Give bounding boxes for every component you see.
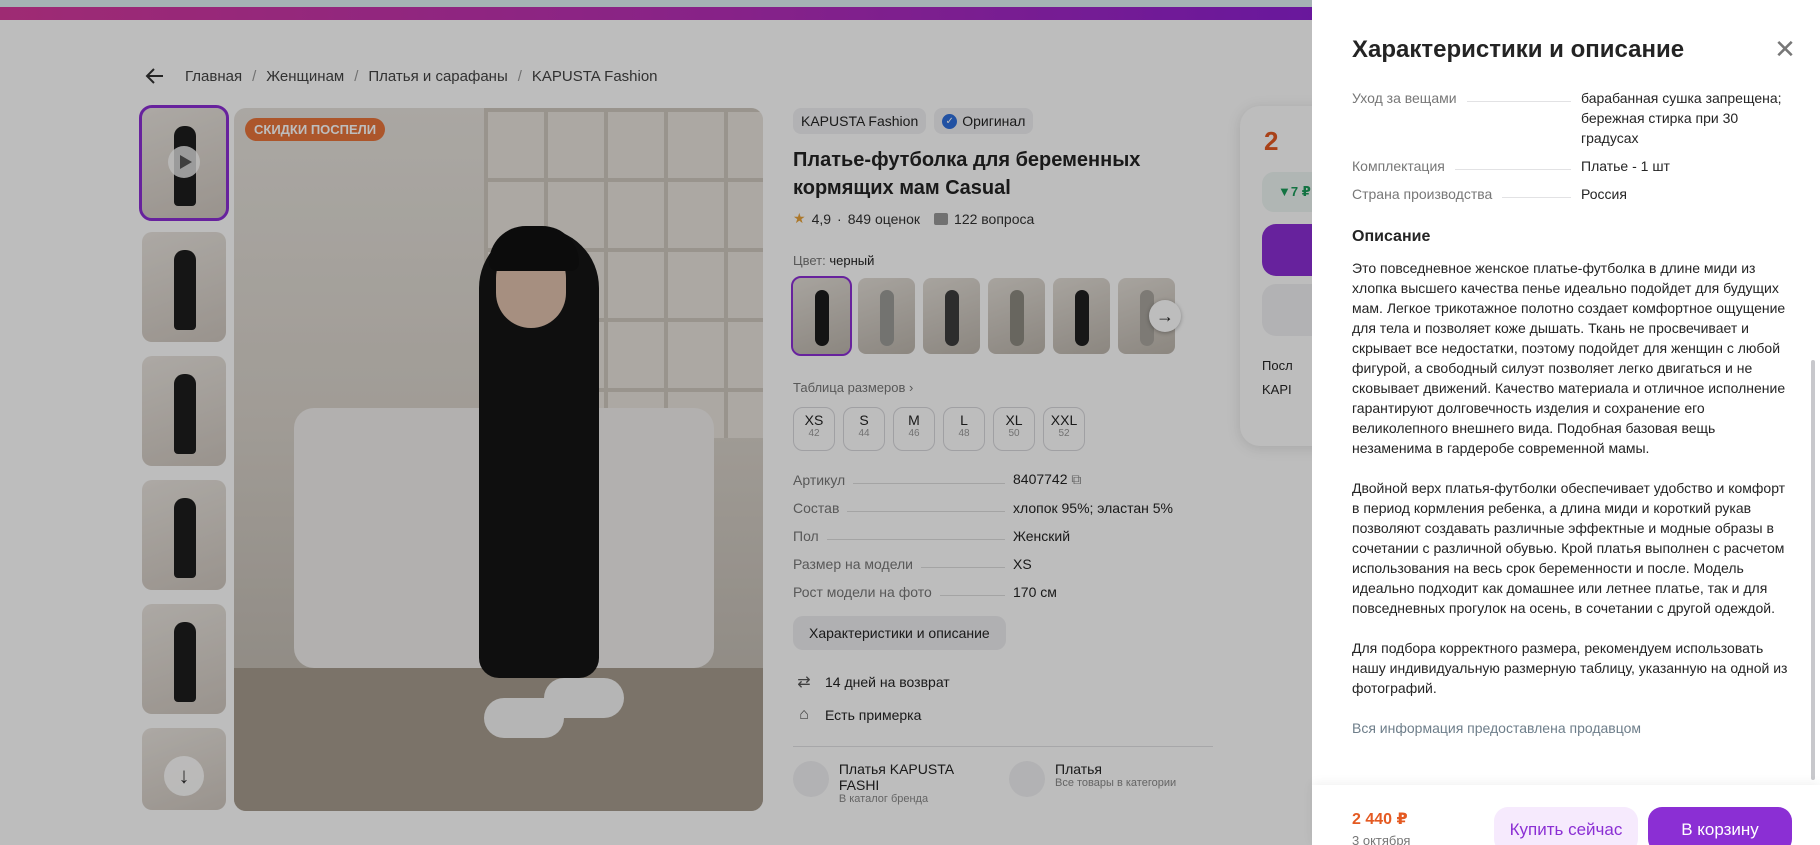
add-to-cart-button[interactable]: В корзину — [1648, 807, 1792, 845]
panel-scrollbar[interactable] — [1811, 360, 1815, 780]
buy-now-button[interactable]: Купить сейчас — [1494, 807, 1638, 845]
panel-spec-row: Комплектация Платье - 1 шт — [1352, 158, 1670, 174]
description-paragraph: Для подбора корректного размера, рекомен… — [1352, 640, 1788, 696]
close-icon[interactable]: ✕ — [1772, 36, 1798, 62]
panel-footer: 2 440 ₽ 3 октября Купить сейчас В корзин… — [1312, 785, 1820, 845]
panel-spec-row: Страна производства Россия — [1352, 186, 1627, 202]
characteristics-panel: Характеристики и описание ✕ Уход за веща… — [1312, 0, 1820, 845]
delivery-date: 3 октября — [1352, 833, 1411, 845]
footer-price: 2 440 ₽ — [1352, 811, 1408, 828]
panel-body: Уход за вещами барабанная сушка запрещена… — [1352, 88, 1792, 736]
panel-title: Характеристики и описание — [1352, 36, 1685, 63]
panel-spec-row: Уход за вещами барабанная сушка запрещена… — [1352, 90, 1782, 146]
description-paragraph: Это повседневное женское платье-футболка… — [1352, 260, 1786, 456]
description-paragraph: Двойной верх платья-футболки обеспечивае… — [1352, 480, 1786, 616]
description-heading: Описание — [1352, 228, 1431, 245]
seller-info-note: Вся информация предоставлена продавцом — [1352, 720, 1642, 736]
